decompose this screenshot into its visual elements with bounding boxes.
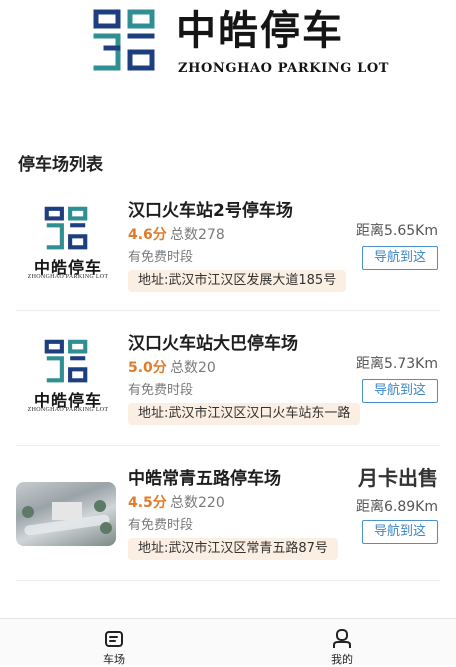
brand-name-en: ZHONGHAO PARKING LOT — [178, 61, 390, 76]
lot-total-spaces: 总数220 — [170, 495, 225, 511]
zhonghao-logo-icon — [93, 9, 155, 71]
lot-thumbnail: 中皓停车 ZHONGHAO PARKING LOT — [16, 323, 120, 415]
user-icon — [333, 629, 351, 648]
section-title: 停车场列表 — [18, 155, 103, 175]
header-logo: 中皓停车 ZHONGHAO PARKING LOT — [0, 0, 456, 84]
tab-mine[interactable]: 我的 — [302, 619, 382, 666]
brand-name-cn: 中皓停车 — [176, 8, 344, 54]
navigate-button[interactable]: 导航到这 — [362, 379, 438, 403]
parking-lot-list: 中皓停车 ZHONGHAO PARKING LOT 汉口火车站2号停车场 4.6… — [16, 178, 440, 581]
lot-total-spaces: 总数20 — [170, 360, 216, 376]
lot-free-period: 有免费时段 — [128, 518, 194, 533]
lot-rating: 5.0分 — [128, 360, 167, 376]
parking-lot-card[interactable]: 中皓常青五路停车场 月卡出售 4.5分 总数220 有免费时段 地址:武汉市江汉… — [16, 446, 440, 581]
zhonghao-logo-icon — [44, 339, 88, 383]
lot-free-period: 有免费时段 — [128, 250, 194, 265]
lot-name: 汉口火车站2号停车场 — [128, 201, 293, 221]
tab-label: 我的 — [331, 653, 353, 666]
lot-photo-thumbnail — [16, 482, 116, 546]
parking-lot-card[interactable]: 中皓停车 ZHONGHAO PARKING LOT 汉口火车站大巴停车场 5.0… — [16, 311, 440, 446]
lot-address: 地址:武汉市江汉区汉口火车站东一路 — [128, 403, 361, 425]
navigate-button[interactable]: 导航到这 — [362, 246, 438, 270]
parking-lot-icon — [105, 631, 123, 647]
tab-parking-lots[interactable]: 车场 — [74, 619, 154, 666]
lot-distance: 距离5.65Km — [356, 223, 438, 239]
thumb-brand-en: ZHONGHAO PARKING LOT — [27, 407, 109, 413]
lot-name: 中皓常青五路停车场 — [128, 469, 281, 489]
navigate-button[interactable]: 导航到这 — [362, 520, 438, 544]
lot-distance: 距离6.89Km — [356, 499, 438, 515]
photo-sign — [52, 502, 82, 520]
tab-label: 车场 — [103, 653, 125, 666]
lot-free-period: 有免费时段 — [128, 383, 194, 398]
lot-name: 汉口火车站大巴停车场 — [128, 334, 298, 354]
lot-rating: 4.6分 — [128, 227, 167, 243]
thumb-brand-en: ZHONGHAO PARKING LOT — [27, 274, 109, 280]
lot-thumbnail: 中皓停车 ZHONGHAO PARKING LOT — [16, 190, 120, 282]
lot-distance: 距离5.73Km — [356, 356, 438, 372]
monthly-card-badge: 月卡出售 — [358, 466, 438, 490]
lot-total-spaces: 总数278 — [170, 227, 225, 243]
lot-address: 地址:武汉市江汉区常青五路87号 — [128, 538, 338, 560]
lot-rating: 4.5分 — [128, 495, 167, 511]
parking-lot-card[interactable]: 中皓停车 ZHONGHAO PARKING LOT 汉口火车站2号停车场 4.6… — [16, 178, 440, 311]
bottom-tab-bar: 车场 我的 — [0, 618, 456, 666]
lot-address: 地址:武汉市江汉区发展大道185号 — [128, 270, 347, 292]
zhonghao-logo-icon — [44, 206, 88, 250]
